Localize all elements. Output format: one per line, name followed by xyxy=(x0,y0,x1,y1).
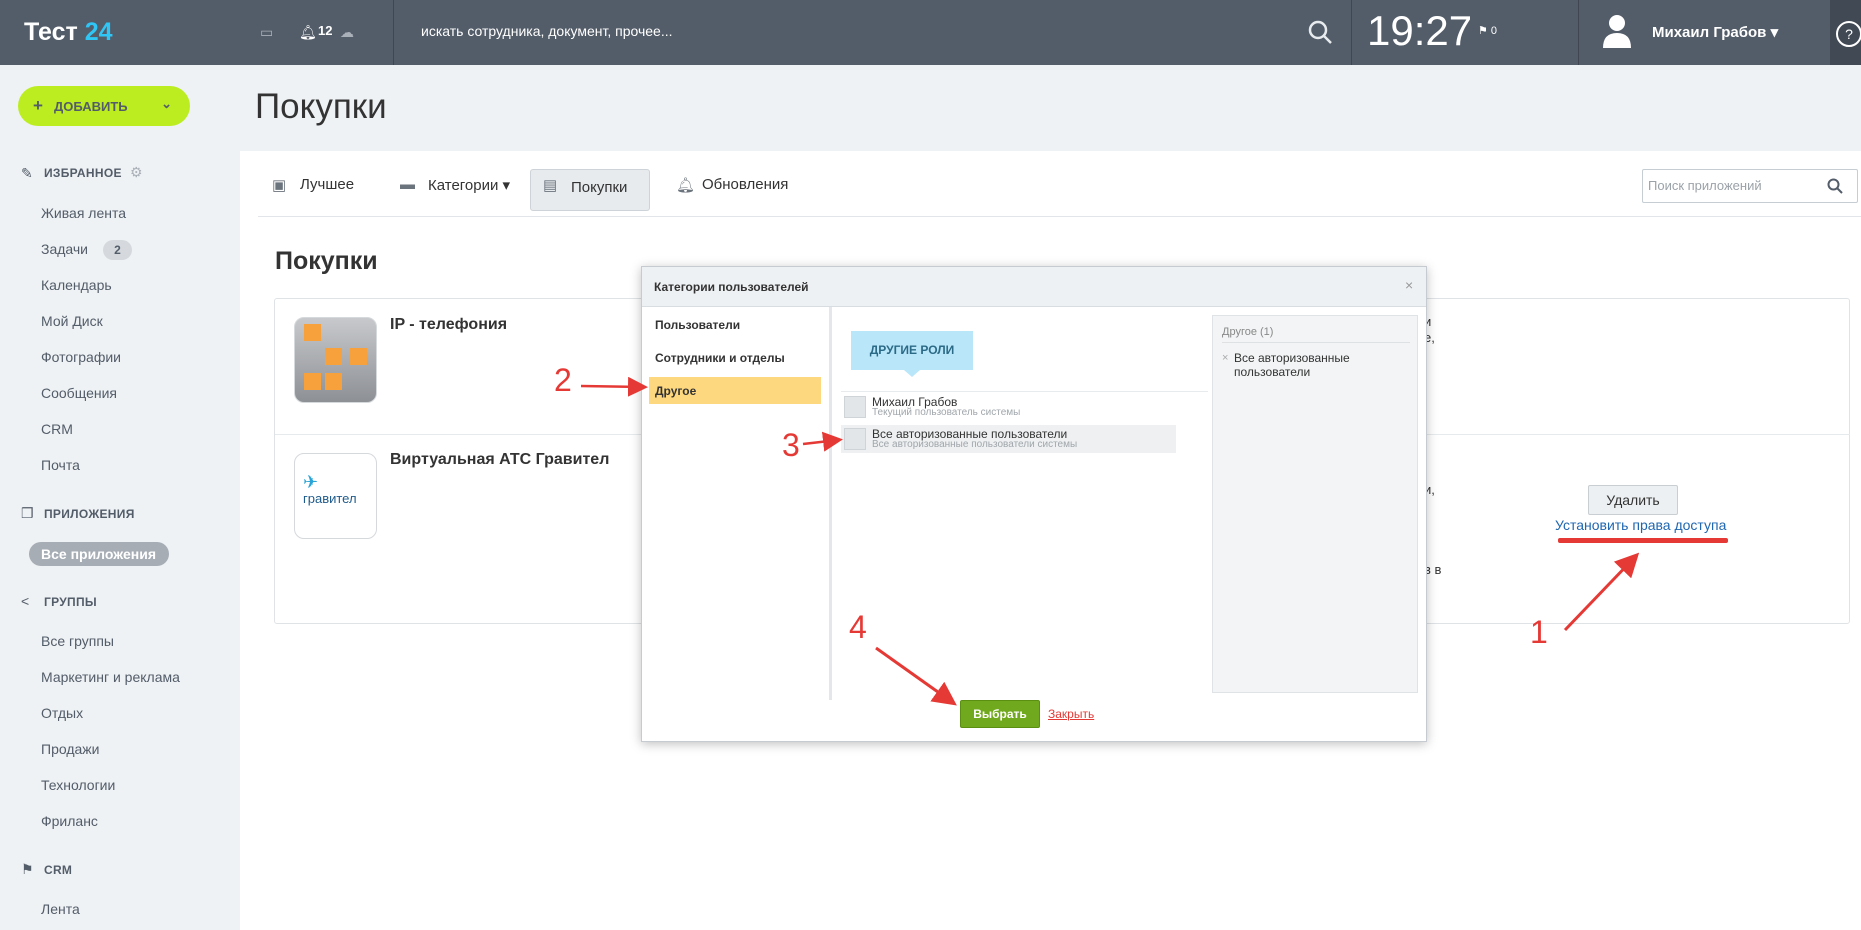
annotation-arrows xyxy=(580,376,1640,706)
arrow xyxy=(1563,552,1640,632)
arrow xyxy=(580,376,648,397)
arrow xyxy=(875,646,957,706)
arrow xyxy=(802,431,843,452)
